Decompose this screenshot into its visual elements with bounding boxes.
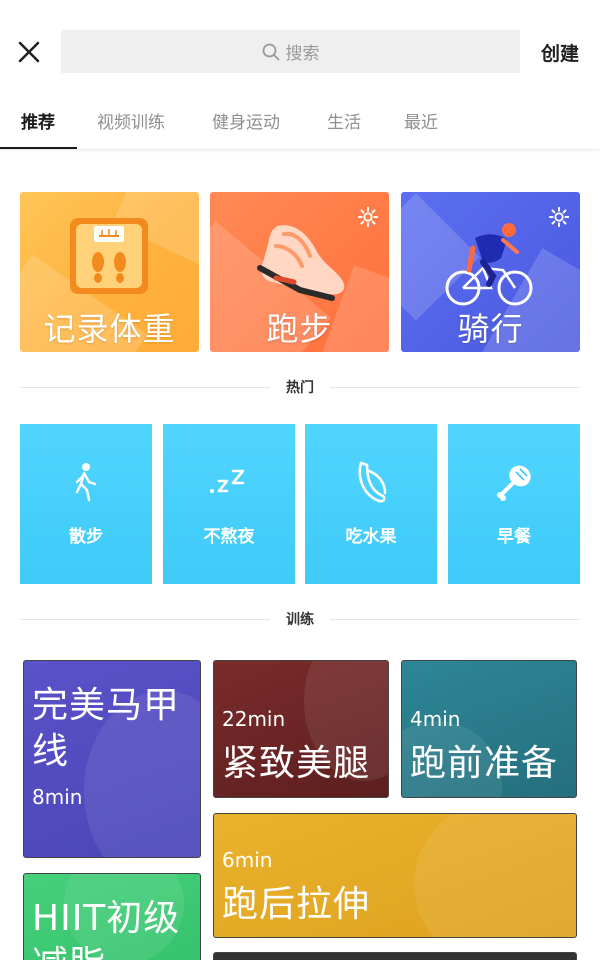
training-card-pre-run[interactable]: 4min 跑前准备 [401,660,577,798]
banana-icon [358,461,387,503]
training-title: 完美马甲线 [32,685,181,772]
training-card-abs[interactable]: 完美马甲线 8min [23,660,201,858]
hot-item-label: 早餐 [497,527,531,547]
scale-icon [70,218,148,294]
gear-icon[interactable] [357,206,379,228]
category-label: 骑行 [457,310,524,348]
tab-fitness[interactable]: 健身运动 [212,108,280,133]
tab-recommend[interactable]: 推荐 [21,108,55,133]
drumstick-icon [497,465,531,501]
category-label: 记录体重 [43,310,176,348]
category-card-weight[interactable]: 记录体重 [20,192,199,352]
hot-section-header: 热门 [20,377,580,397]
training-card-hiit[interactable]: HIIT初级减脂 [23,873,201,960]
training-section-header: 训练 [20,609,580,629]
search-placeholder: 搜索 [285,44,320,64]
close-icon [18,41,40,63]
training-duration: 4min [410,707,461,731]
gear-icon[interactable] [548,206,570,228]
cyclist-icon [445,223,533,306]
training-title: 跑前准备 [410,743,559,784]
top-bar: 搜索 创建 [0,0,600,100]
category-label: 跑步 [266,310,333,348]
training-card-post-run[interactable]: 6min 跑后拉伸 [213,813,577,938]
training-title: 紧致美腿 [222,743,371,784]
search-input[interactable]: 搜索 [61,30,520,73]
create-button[interactable]: 创建 [534,38,586,66]
training-duration: 6min [222,848,273,872]
running-shoe-icon [257,225,345,301]
category-card-running[interactable]: 跑步 [210,192,389,352]
walking-icon [75,463,97,502]
close-button[interactable] [10,33,48,71]
search-icon [262,43,279,60]
hot-item-no-late-night[interactable]: 不熬夜 [163,424,295,584]
tab-life[interactable]: 生活 [327,108,361,133]
hot-item-breakfast[interactable]: 早餐 [448,424,580,584]
training-title: HIIT初级减脂 [32,898,181,960]
training-card-legs[interactable]: 22min 紧致美腿 [213,660,389,798]
training-title: 跑后拉伸 [222,884,371,925]
active-tab-indicator [0,147,77,149]
hot-item-label: 不熬夜 [203,527,255,547]
tab-video-training[interactable]: 视频训练 [97,108,165,133]
training-duration: 22min [222,707,286,731]
sleep-zzz-icon [210,469,245,493]
hot-item-label: 吃水果 [345,527,397,547]
category-tabs: 推荐 视频训练 健身运动 生活 最近 [0,100,600,150]
hot-item-fruit[interactable]: 吃水果 [305,424,437,584]
hot-item-label: 散步 [69,527,103,547]
training-card-partial[interactable] [213,952,577,960]
category-card-cycling[interactable]: 骑行 [401,192,580,352]
hot-item-walk[interactable]: 散步 [20,424,152,584]
tab-recent[interactable]: 最近 [404,108,438,133]
training-duration: 8min [32,785,83,809]
